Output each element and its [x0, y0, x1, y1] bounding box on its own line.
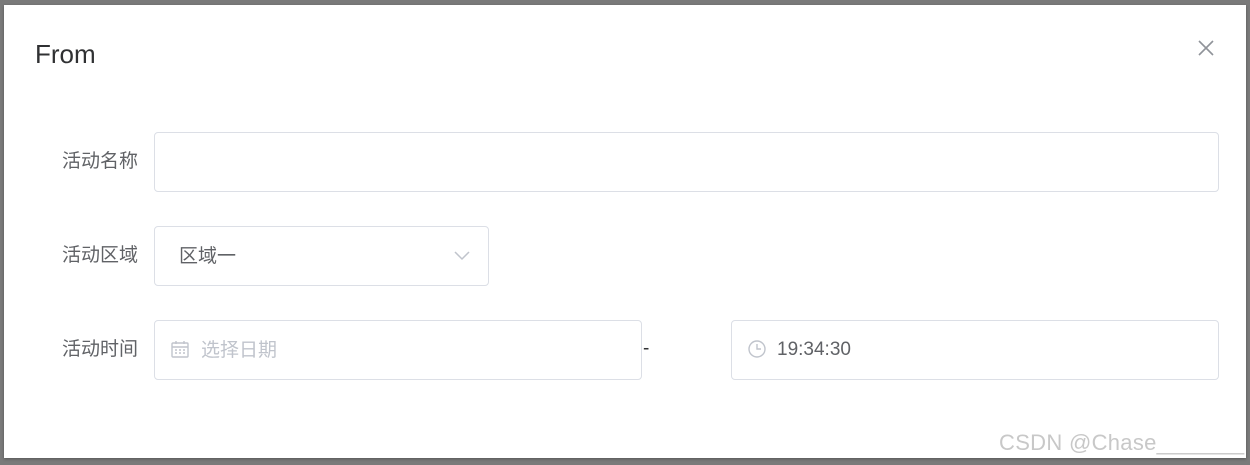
date-picker-input[interactable]: 选择日期	[154, 320, 642, 380]
activity-region-select[interactable]: 区域一	[154, 226, 489, 286]
activity-time-label: 活动时间	[61, 338, 138, 360]
clock-icon	[748, 340, 766, 358]
close-button[interactable]	[1196, 38, 1216, 58]
time-value: 19:34:30	[777, 339, 851, 360]
activity-name-input[interactable]	[154, 132, 1219, 192]
time-picker-input[interactable]: 19:34:30	[731, 320, 1219, 380]
form-dialog: From 活动名称 活动区域 区域一 活动时间 选择日期 - 19:34:30	[4, 5, 1246, 458]
range-separator: -	[643, 338, 650, 359]
activity-region-selected: 区域一	[179, 245, 237, 267]
activity-name-label: 活动名称	[61, 150, 138, 172]
chevron-down-icon	[454, 251, 470, 261]
date-placeholder: 选择日期	[201, 339, 278, 361]
dialog-title: From	[35, 39, 96, 69]
close-icon	[1198, 40, 1214, 56]
watermark-text: CSDN @Chase_______	[999, 430, 1245, 455]
activity-region-label: 活动区域	[61, 244, 138, 266]
calendar-icon	[171, 341, 189, 358]
